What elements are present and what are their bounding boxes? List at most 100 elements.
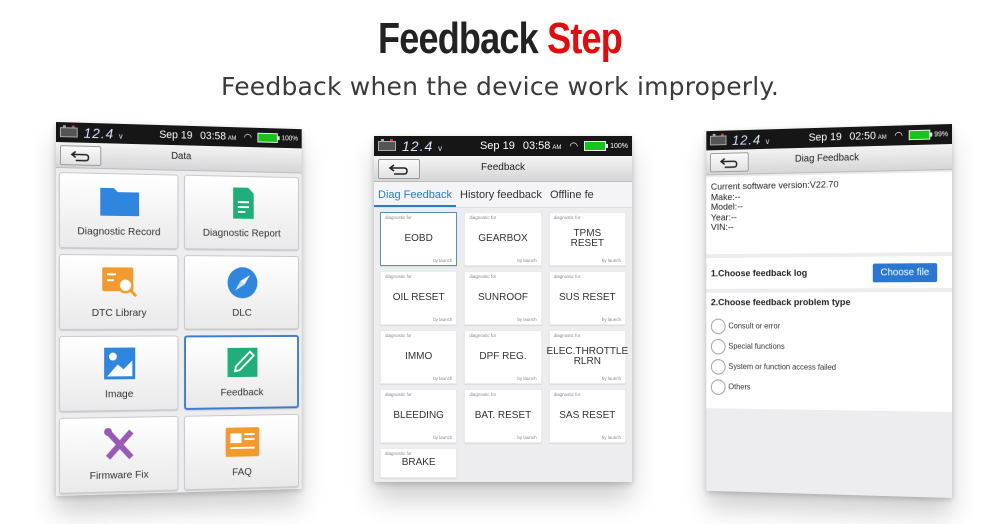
battery-percent: 100%: [610, 142, 628, 150]
function-tile[interactable]: diagnostic for BLEEDING by launch: [380, 389, 458, 443]
tile-label: Diagnostic Report: [202, 226, 281, 240]
tile-footer: by launch: [601, 317, 621, 322]
function-tile[interactable]: diagnostic for SUNROOF by launch: [464, 271, 542, 325]
problem-type-section: 2.Choose feedback problem type Consult o…: [706, 292, 952, 412]
diag-function-grid: diagnostic for EOBD by launch diagnostic fo…: [380, 212, 628, 478]
tab-offline-feedback[interactable]: Offline fe: [546, 189, 598, 201]
tile-dlc[interactable]: DLC: [184, 255, 299, 330]
radio-button[interactable]: [710, 318, 726, 334]
title-bar: Diag Feedback: [706, 144, 952, 176]
headline-part2: Step: [547, 14, 623, 63]
compass-icon: [227, 267, 257, 299]
tile-footer: by launch: [517, 435, 537, 440]
radio-button[interactable]: [710, 378, 726, 395]
tile-footer: by launch: [517, 376, 537, 381]
tile-diagnostic-record[interactable]: Diagnostic Record: [58, 172, 179, 250]
voltage-readout: 12.4 v: [84, 125, 124, 142]
step2-label: 2.Choose feedback problem type: [710, 297, 851, 309]
tile-firmware-fix[interactable]: Firmware Fix: [58, 415, 179, 494]
tile-diagnostic-report[interactable]: Diagnostic Report: [184, 174, 299, 251]
car-battery-icon: [59, 127, 78, 138]
data-menu-grid: Diagnostic Record Diagnostic Report DTC …: [58, 172, 300, 494]
tile-dtc-library[interactable]: DTC Library: [58, 254, 179, 330]
voltage-unit: v: [438, 144, 444, 153]
function-tile[interactable]: diagnostic for SUS RESET by launch: [548, 271, 626, 325]
voltage-value: 12.4: [732, 131, 762, 148]
step1-label: 1.Choose feedback log: [710, 267, 808, 279]
wifi-icon: ◠: [894, 129, 903, 142]
function-tile[interactable]: diagnostic for DPF REG. by launch: [464, 330, 542, 384]
function-tile[interactable]: diagnostic for EOBD by launch: [380, 212, 458, 266]
option-system-access-failed[interactable]: System or function access failed: [710, 356, 947, 379]
function-tile[interactable]: diagnostic for ELEC.THROTTLE RLRN by launc…: [546, 330, 628, 384]
vehicle-vin: VIN:--: [710, 222, 734, 234]
feedback-screen: 12.4 v Sep 19 03:58 AM ◠ 100% Feedback Di…: [374, 136, 632, 482]
tile-label: Firmware Fix: [89, 468, 149, 483]
page-subheadline: Feedback when the device work improperly…: [221, 72, 779, 101]
radio-button[interactable]: [710, 358, 726, 375]
function-tile[interactable]: diagnostic for GEARBOX by launch: [464, 212, 542, 266]
status-time: 03:58 AM: [200, 130, 236, 143]
tab-history-feedback[interactable]: History feedback: [456, 189, 546, 201]
option-consult-or-error[interactable]: Consult or error: [710, 316, 947, 337]
choose-file-button[interactable]: Choose file: [872, 262, 938, 282]
document-icon: [232, 187, 254, 219]
tile-image[interactable]: Image: [58, 335, 179, 412]
option-label: System or function access failed: [728, 362, 837, 372]
option-others[interactable]: Others: [710, 376, 947, 399]
function-tile[interactable]: diagnostic for OIL RESET by launch: [380, 271, 458, 325]
battery-icon: [908, 129, 931, 141]
tile-footer: by launch: [517, 258, 537, 263]
time-ampm: AM: [877, 134, 887, 141]
option-label: Special functions: [728, 341, 785, 351]
pencil-icon: [227, 346, 262, 378]
diag-feedback-screen: 12.4 v Sep 19 02:50 AM ◠ 99% Diag Feedbac…: [706, 124, 952, 498]
tile-feedback[interactable]: Feedback: [184, 334, 299, 410]
tab-diag-feedback[interactable]: Diag Feedback: [374, 189, 456, 207]
status-date: Sep 19: [808, 131, 842, 144]
title-bar: Feedback: [374, 156, 632, 182]
voltage-value: 12.4: [83, 124, 115, 142]
tile-label: Image: [105, 388, 134, 401]
battery-icon: [257, 132, 278, 143]
option-label: Consult or error: [728, 321, 781, 331]
tile-footer: by launch: [601, 376, 621, 381]
battery-percent: 99%: [934, 130, 949, 138]
tile-label: DLC: [232, 307, 252, 319]
wifi-icon: ◠: [243, 131, 252, 143]
tile-label: Diagnostic Record: [77, 225, 161, 239]
tile-faq[interactable]: FAQ: [184, 413, 299, 491]
search-list-icon: [101, 267, 141, 299]
tile-footer: by launch: [433, 317, 453, 322]
option-special-functions[interactable]: Special functions: [710, 336, 947, 358]
car-battery-icon: [709, 135, 727, 146]
status-date: Sep 19: [479, 140, 515, 152]
voltage-readout: 12.4 v: [732, 131, 770, 148]
data-screen: 12.4 v Sep 19 03:58 AM ◠ 100% Data Diagno…: [56, 122, 302, 496]
folder-icon: [99, 187, 139, 217]
tile-label: Feedback: [220, 386, 264, 399]
time-value: 02:50: [849, 130, 876, 143]
function-tile[interactable]: diagnostic for BAT. RESET by launch: [464, 389, 542, 443]
function-tile[interactable]: diagnostic for TPMS RESET by launch: [548, 212, 626, 266]
option-label: Others: [728, 382, 751, 392]
image-icon: [103, 347, 135, 380]
tile-footer: by launch: [517, 317, 537, 322]
function-tile[interactable]: diagnostic for BRAKE: [380, 448, 458, 478]
radio-button[interactable]: [710, 338, 726, 354]
tile-name: BRAKE: [401, 457, 436, 468]
status-date: Sep 19: [159, 128, 193, 142]
time-ampm: AM: [552, 145, 562, 151]
feedback-tabs: Diag Feedback History feedback Offline f…: [374, 182, 632, 208]
voltage-readout: 12.4 v: [402, 138, 443, 154]
headline-part1: Feedback: [377, 14, 539, 63]
tile-footer: by launch: [601, 258, 621, 263]
time-value: 03:58: [200, 130, 227, 143]
status-time: 02:50 AM: [849, 130, 886, 143]
tile-footer: by launch: [601, 435, 621, 440]
voltage-unit: v: [765, 137, 771, 146]
function-tile[interactable]: diagnostic for IMMO by launch: [380, 330, 458, 384]
title-bar: Data: [56, 142, 302, 174]
function-tile[interactable]: diagnostic for SAS RESET by launch: [548, 389, 626, 443]
car-battery-icon: [378, 139, 396, 151]
